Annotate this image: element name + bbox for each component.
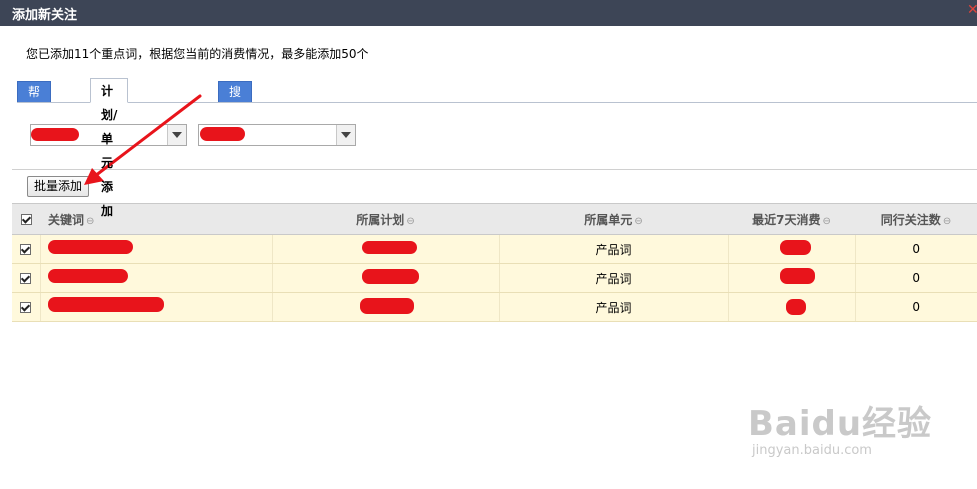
watermark-brand: Baidu经验 (748, 404, 933, 444)
watermark: Baidu经验 jingyan.baidu.com (748, 396, 932, 458)
watermark-url: jingyan.baidu.com (752, 443, 872, 458)
tab-plan-unit-add[interactable]: 计划/单元 添加 (90, 78, 129, 218)
